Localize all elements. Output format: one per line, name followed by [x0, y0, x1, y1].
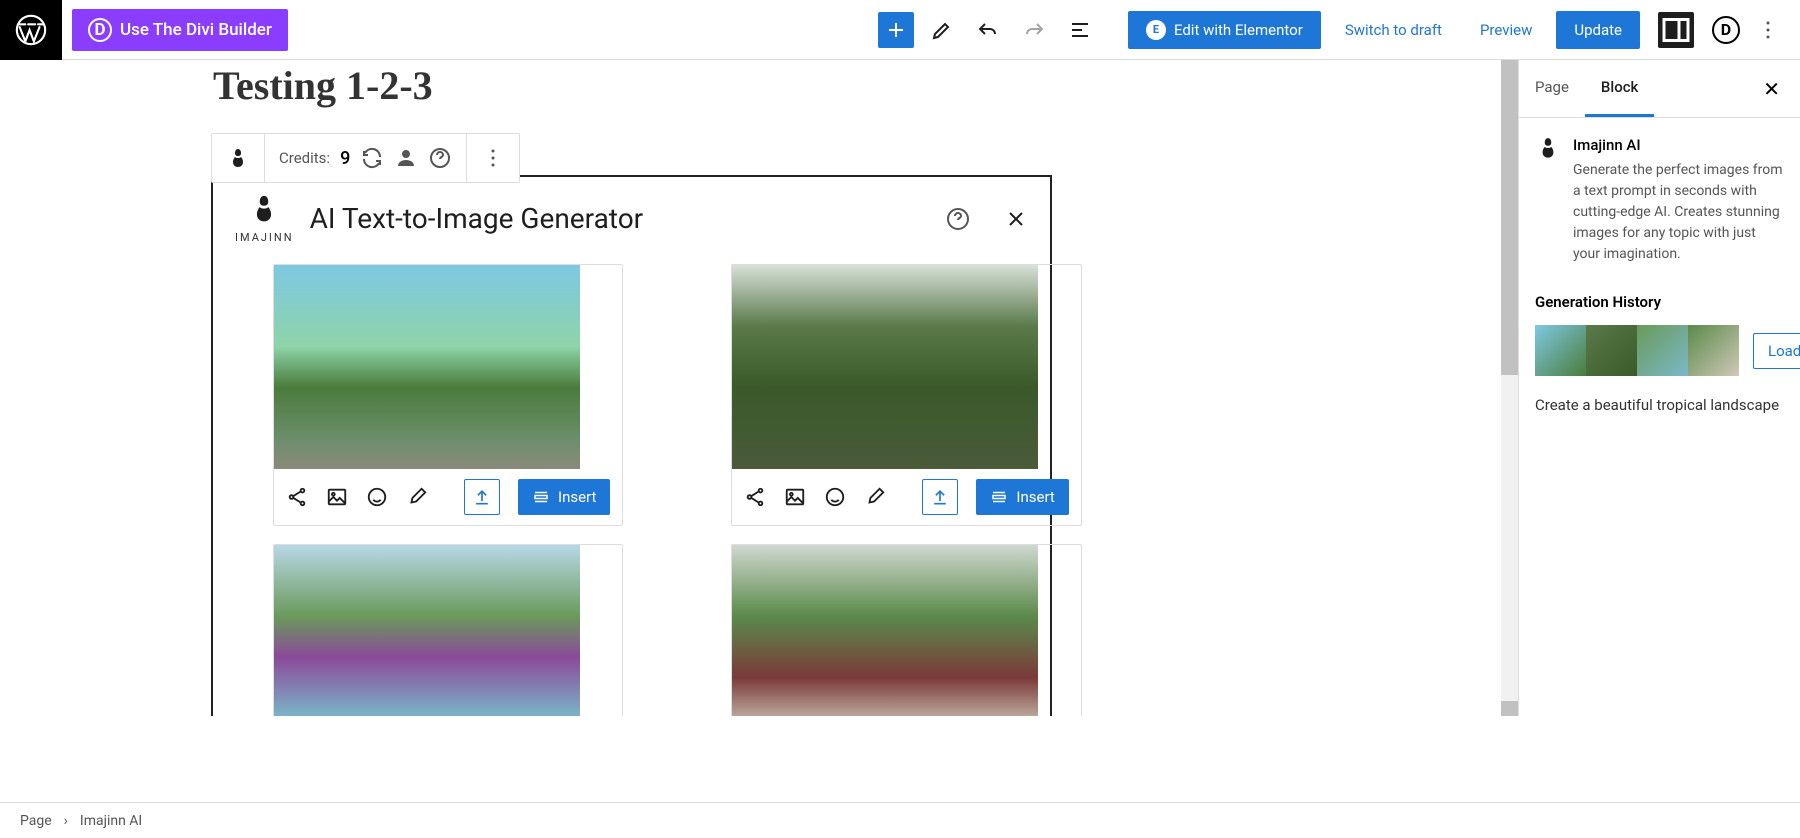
- tab-block[interactable]: Block: [1585, 60, 1654, 117]
- imajinn-logo: IMAJINN: [235, 193, 294, 244]
- block-description: Generate the perfect images from a text …: [1573, 160, 1784, 265]
- wordpress-logo[interactable]: [0, 0, 62, 60]
- block-more-icon[interactable]: [481, 146, 505, 170]
- history-prompt: Create a beautiful tropical landscape: [1519, 376, 1800, 434]
- page-title[interactable]: Testing 1-2-3: [213, 62, 433, 109]
- ai-generator-panel: IMAJINN AI Text-to-Image Generator: [211, 175, 1052, 716]
- generated-image[interactable]: [274, 545, 580, 716]
- sidebar-toggle-button[interactable]: [1658, 12, 1694, 48]
- image-card: Insert: [273, 264, 623, 526]
- block-toolbar: Credits: 9: [211, 133, 520, 183]
- edit-icon[interactable]: [924, 12, 960, 48]
- divi-button-label: Use The Divi Builder: [120, 20, 272, 40]
- credits-label: Credits:: [279, 149, 330, 167]
- ai-help-icon[interactable]: [946, 207, 970, 231]
- divi-icon: D: [88, 18, 112, 42]
- ai-close-icon[interactable]: [1004, 207, 1028, 231]
- update-button[interactable]: Update: [1556, 11, 1640, 49]
- insert-button[interactable]: Insert: [976, 479, 1068, 515]
- generated-image[interactable]: [274, 265, 580, 469]
- elementor-label: Edit with Elementor: [1174, 21, 1303, 39]
- divi-builder-button[interactable]: D Use The Divi Builder: [72, 9, 288, 51]
- imajinn-logo-text: IMAJINN: [235, 231, 294, 244]
- image-icon[interactable]: [784, 486, 806, 508]
- top-toolbar: D Use The Divi Builder E Edit with Eleme…: [0, 0, 1800, 60]
- breadcrumb: Page › Imajinn AI: [0, 802, 1800, 838]
- outline-icon[interactable]: [1062, 12, 1098, 48]
- top-actions: E Edit with Elementor Switch to draft Pr…: [878, 11, 1800, 49]
- block-type-icon: [1535, 136, 1561, 265]
- share-icon[interactable]: [286, 486, 308, 508]
- generated-image[interactable]: [732, 265, 1038, 469]
- elementor-icon: E: [1146, 20, 1166, 40]
- history-title: Generation History: [1519, 283, 1800, 325]
- undo-icon[interactable]: [970, 12, 1006, 48]
- generated-image[interactable]: [732, 545, 1038, 716]
- imajinn-block-icon[interactable]: [226, 146, 250, 170]
- face-icon[interactable]: [824, 486, 846, 508]
- upload-button[interactable]: [922, 479, 958, 515]
- elementor-button[interactable]: E Edit with Elementor: [1128, 11, 1321, 49]
- help-icon[interactable]: [428, 146, 452, 170]
- face-icon[interactable]: [366, 486, 388, 508]
- image-card: [273, 544, 623, 716]
- image-icon[interactable]: [326, 486, 348, 508]
- refresh-icon[interactable]: [360, 146, 384, 170]
- image-card: [731, 544, 1081, 716]
- image-card: Insert: [731, 264, 1081, 526]
- editor-scrollbar[interactable]: [1501, 60, 1518, 716]
- history-thumbnails[interactable]: [1535, 325, 1739, 376]
- share-icon[interactable]: [744, 486, 766, 508]
- breadcrumb-block[interactable]: Imajinn AI: [80, 813, 142, 829]
- sidebar-close-icon[interactable]: ✕: [1755, 69, 1788, 109]
- breadcrumb-separator: ›: [64, 813, 68, 829]
- brush-icon[interactable]: [864, 486, 886, 508]
- divi-round-icon[interactable]: D: [1712, 16, 1740, 44]
- block-name: Imajinn AI: [1573, 136, 1784, 154]
- load-button[interactable]: Load: [1753, 333, 1800, 369]
- breadcrumb-page[interactable]: Page: [20, 813, 52, 829]
- upload-button[interactable]: [464, 479, 500, 515]
- settings-sidebar: Page Block ✕ Imajinn AI Generate the per…: [1518, 60, 1800, 716]
- more-options-icon[interactable]: [1750, 12, 1786, 48]
- user-icon[interactable]: [394, 146, 418, 170]
- ai-panel-title: AI Text-to-Image Generator: [310, 202, 644, 235]
- add-block-button[interactable]: [878, 12, 914, 48]
- preview-link[interactable]: Preview: [1466, 21, 1546, 39]
- tab-page[interactable]: Page: [1519, 60, 1585, 117]
- credits-value: 9: [340, 148, 350, 169]
- insert-button[interactable]: Insert: [518, 479, 610, 515]
- redo-icon[interactable]: [1016, 12, 1052, 48]
- switch-draft-link[interactable]: Switch to draft: [1331, 21, 1456, 39]
- brush-icon[interactable]: [406, 486, 428, 508]
- editor-canvas[interactable]: Testing 1-2-3 Credits: 9: [0, 60, 1518, 716]
